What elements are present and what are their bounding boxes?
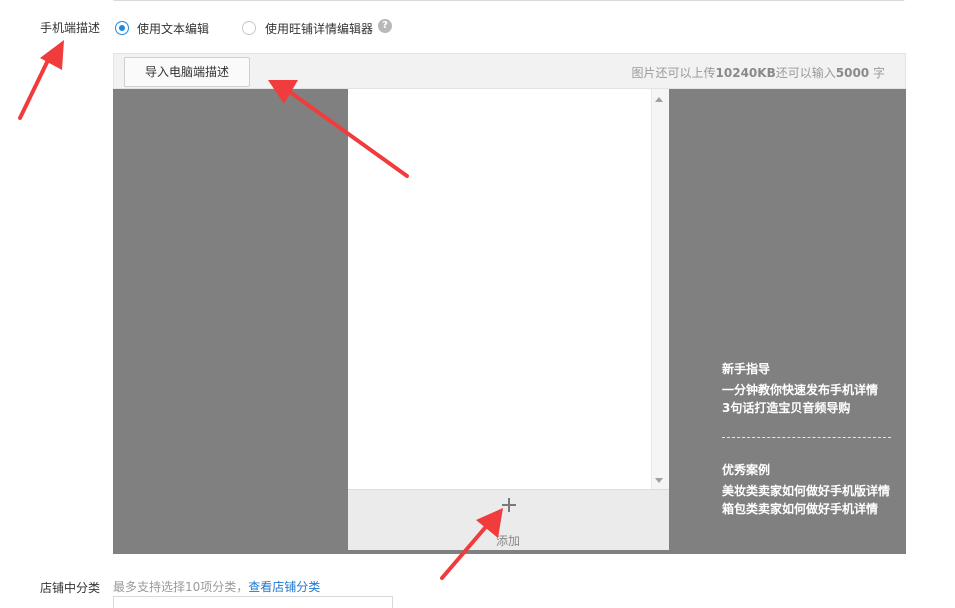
phone-preview[interactable] [348, 89, 669, 489]
annotation-arrowhead-1 [40, 40, 64, 70]
annotation-arrow-1 [18, 50, 54, 120]
mobile-desc-label: 手机端描述 [40, 21, 101, 35]
add-label[interactable]: 添加 [496, 532, 520, 549]
guide-title: 新手指导 [722, 362, 771, 376]
help-icon[interactable]: ? [378, 19, 392, 33]
scroll-down-arrow-icon[interactable] [655, 478, 663, 483]
import-pc-desc-button[interactable]: 导入电脑端描述 [124, 57, 250, 87]
cases-title: 优秀案例 [722, 463, 771, 477]
scroll-up-arrow-icon[interactable] [655, 97, 663, 102]
radio-text-editor-label[interactable]: 使用文本编辑 [137, 20, 209, 37]
radio-text-editor[interactable] [115, 21, 129, 35]
guide-link-publish[interactable]: 一分钟教你快速发布手机详情 [722, 381, 878, 399]
upload-quota-text: 图片还可以上传10240KB还可以输入5000 字 [631, 66, 885, 80]
radio-wangpu-editor[interactable] [242, 21, 256, 35]
plus-icon-vertical[interactable] [508, 498, 510, 512]
radio-wangpu-editor-label[interactable]: 使用旺铺详情编辑器 [265, 20, 373, 37]
guide-link-audio[interactable]: 3句话打造宝贝音频导购 [722, 399, 850, 417]
store-category-label: 店铺中分类 [40, 581, 101, 595]
phone-scrollbar[interactable] [651, 89, 669, 489]
store-category-hint: 最多支持选择10项分类，查看店铺分类 [113, 580, 321, 594]
previous-field-input[interactable] [113, 0, 905, 1]
view-store-category-link[interactable]: 查看店铺分类 [248, 580, 320, 594]
case-link-bags[interactable]: 箱包类卖家如何做好手机详情 [722, 500, 878, 518]
case-link-beauty[interactable]: 美妆类卖家如何做好手机版详情 [722, 482, 890, 500]
store-category-select[interactable] [113, 596, 393, 608]
guide-divider [722, 437, 891, 438]
